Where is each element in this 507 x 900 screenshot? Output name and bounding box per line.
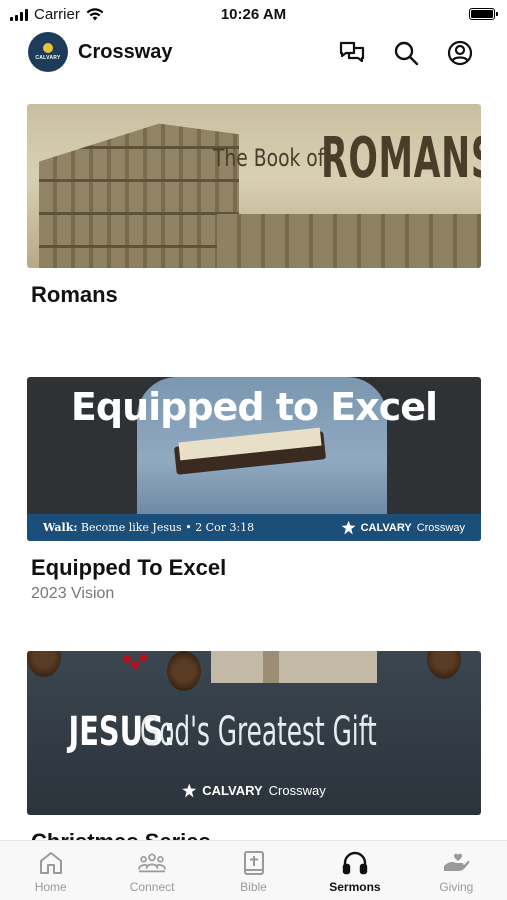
search-icon <box>394 41 419 66</box>
people-icon <box>138 853 167 873</box>
app-header: CALVARY Crossway <box>0 32 507 76</box>
account-button[interactable] <box>446 39 474 67</box>
ruins-image <box>217 214 481 268</box>
battery-icon <box>469 8 498 20</box>
sermon-title[interactable]: Christmas Series <box>31 829 481 840</box>
pinecone-image <box>427 651 461 679</box>
banner-headline: Equipped to Excel <box>70 385 438 429</box>
status-bar: Carrier 10:26 AM <box>0 0 507 30</box>
banner-headline: JESUS: God's Greatest Gift <box>68 709 378 755</box>
calvary-logo[interactable]: CALVARY <box>28 32 68 72</box>
walk-label: Walk: <box>43 521 78 534</box>
gift-image <box>211 651 377 683</box>
banner-footer: Walk: Become like Jesus • 2 Cor 3:18 CAL… <box>27 514 481 541</box>
tab-bar: Home Connect Bible Sermons Giving <box>0 840 507 900</box>
tab-label: Home <box>34 880 67 894</box>
sermon-banner-christmas[interactable]: JESUS: God's Greatest Gift CALVARY Cross… <box>27 651 481 815</box>
tab-label: Bible <box>240 880 267 894</box>
tab-label: Giving <box>439 880 474 894</box>
tab-giving[interactable]: Giving <box>406 841 507 900</box>
sermon-list[interactable]: The Book of ROMANS Romans Equipped to Ex… <box>0 104 507 840</box>
brand-mark: CALVARY Crossway <box>341 520 465 535</box>
giving-hand-icon <box>444 853 470 871</box>
brand-mark: CALVARY Crossway <box>27 783 481 798</box>
tab-home[interactable]: Home <box>0 841 101 900</box>
walk-text: Become like Jesus • 2 Cor 3:18 <box>80 521 255 534</box>
logo-mark-icon <box>43 43 53 53</box>
brand-bold: CALVARY <box>202 783 263 798</box>
brand-light: Crossway <box>416 521 465 534</box>
sermon-card-equipped[interactable]: Equipped to Excel Walk: Become like Jesu… <box>27 377 481 603</box>
tab-bible[interactable]: Bible <box>203 841 304 900</box>
chat-icon <box>339 41 365 63</box>
calvary-star-icon <box>341 520 356 535</box>
status-time: 10:26 AM <box>220 6 287 23</box>
pinecone-image <box>27 651 61 677</box>
tab-label: Connect <box>129 880 175 894</box>
tab-label: Sermons <box>329 880 381 894</box>
sermon-card-romans[interactable]: The Book of ROMANS Romans <box>27 104 481 308</box>
sermon-title[interactable]: Romans <box>31 282 481 308</box>
brand-light: Crossway <box>268 783 326 798</box>
headphones-icon <box>342 851 368 875</box>
app-title: Crossway <box>78 41 173 63</box>
tab-connect[interactable]: Connect <box>101 841 202 900</box>
logo-text: CALVARY <box>35 55 61 61</box>
banner-text-large: ROMANS <box>321 126 481 191</box>
calvary-star-icon <box>182 783 197 798</box>
sermon-title[interactable]: Equipped To Excel <box>31 555 481 581</box>
tab-sermons[interactable]: Sermons <box>304 841 405 900</box>
sermon-banner-romans[interactable]: The Book of ROMANS <box>27 104 481 268</box>
bible-icon <box>243 851 264 875</box>
sermon-banner-equipped[interactable]: Equipped to Excel Walk: Become like Jesu… <box>27 377 481 541</box>
account-icon <box>447 40 473 66</box>
sermon-subtitle: 2023 Vision <box>31 585 115 602</box>
pinecone-image <box>167 651 201 691</box>
brand-bold: CALVARY <box>360 521 412 534</box>
home-icon <box>39 852 62 874</box>
sermon-card-christmas[interactable]: JESUS: God's Greatest Gift CALVARY Cross… <box>27 651 481 840</box>
chat-button[interactable] <box>338 39 366 67</box>
search-button[interactable] <box>392 39 420 67</box>
banner-text-small: The Book of <box>213 144 325 172</box>
